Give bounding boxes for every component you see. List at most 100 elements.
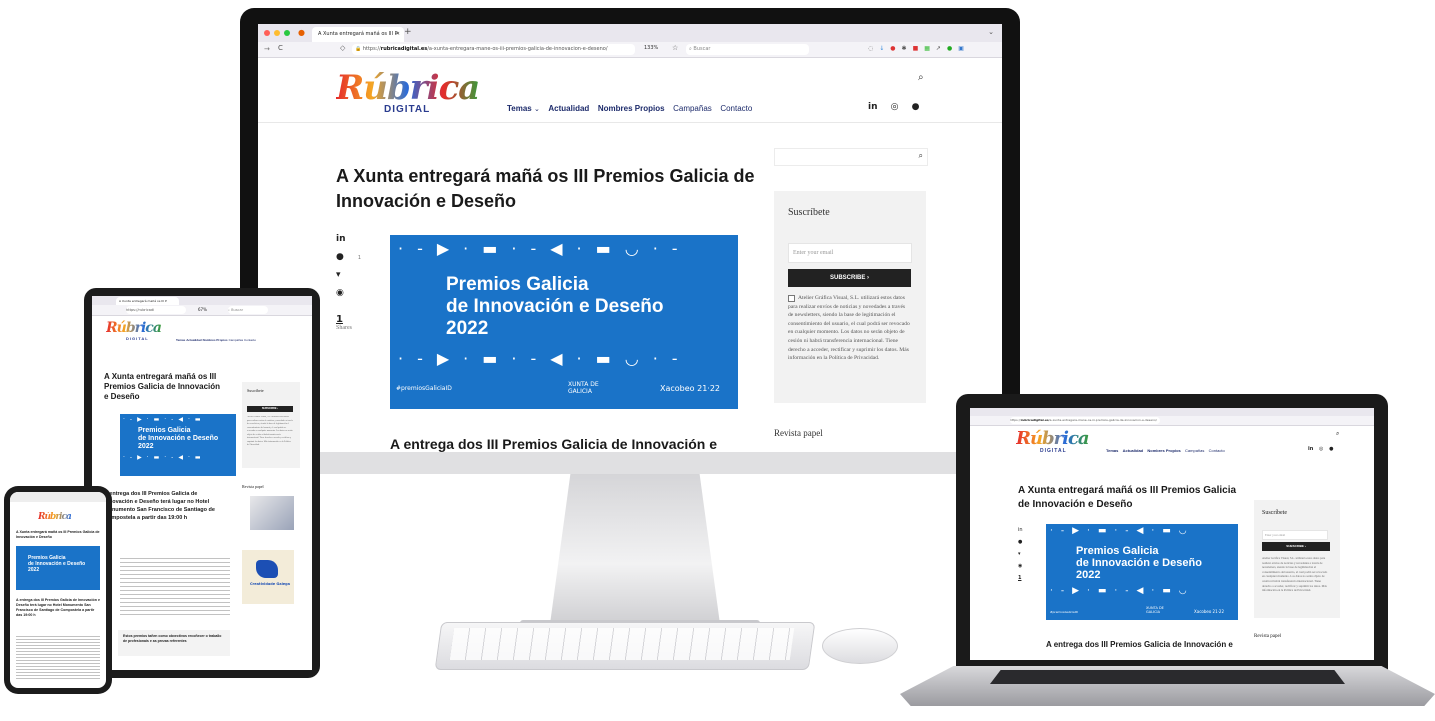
reload-icon[interactable]: C	[278, 44, 283, 52]
share-count: 1	[336, 314, 343, 325]
article-subheading: A entrega dos III Premios Galicia de Inn…	[390, 436, 718, 452]
laptop-banner: ·-▶·▬·-◀·▬◡ Premios Galicia de Innovació…	[1046, 524, 1238, 620]
tablet-creatividade-ad: Creatividade Galega	[242, 550, 294, 604]
banner-line3: 2022	[446, 318, 489, 339]
tablet-subscribe-box: Suscríbete SUBSCRIBE › Atelier Gráfica V…	[242, 382, 300, 468]
revista-heading: Revista papel	[774, 428, 823, 438]
tablet-banner: Premios Galicia de Innovación e Deseño 2…	[120, 414, 236, 476]
instagram-icon[interactable]: ◎	[891, 102, 899, 112]
email-input[interactable]: Enter your email	[788, 243, 912, 263]
phone-subheading: A entrega dos III Premios Galicia de Inn…	[16, 598, 100, 617]
laptop-screen: https://rubricadigital.es/a-xunta-entreg…	[970, 408, 1374, 660]
nav-contacto[interactable]: Contacto	[720, 104, 752, 113]
ext-green-icon[interactable]: ▦	[924, 45, 936, 52]
share-label: Shares	[336, 325, 352, 331]
laptop-logo[interactable]: Rúbrica DIGITAL	[1016, 428, 1096, 458]
ext-circle-icon[interactable]: ●	[947, 45, 958, 52]
linkedin-icon[interactable]: in	[868, 102, 878, 112]
logo-sub: DIGITAL	[384, 104, 431, 115]
laptop-article-title: A Xunta entregará mañá os III Premios Ga…	[1018, 485, 1237, 510]
banner-line1: Premios Galicia	[446, 274, 589, 295]
lock-icon: 🔒	[355, 46, 362, 52]
window-minimize-dot[interactable]	[274, 30, 280, 36]
phone: Rúbrica A Xunta entregará mañá os III Pr…	[4, 486, 112, 694]
tablet-revista: Revista papel	[242, 484, 264, 489]
nav-actualidad[interactable]: Actualidad	[548, 104, 589, 113]
twitter-share-icon[interactable]: ▾	[336, 270, 366, 280]
adblock-icon[interactable]: ●	[890, 45, 901, 52]
laptop-social: in ◎ ●	[1308, 446, 1334, 452]
window-zoom-dot[interactable]	[284, 30, 290, 36]
sidebar-search-input[interactable]: ⌕	[774, 148, 928, 166]
tablet-screen: A Xunta entregará mañá os III P https://…	[92, 296, 312, 670]
banner-pattern-top: ·-▶·▬·-◀·▬◡·-	[398, 239, 692, 258]
laptop-url-bar: https://rubricadigital.es/a-xunta-entreg…	[970, 416, 1374, 426]
url-bar: → C ◇ 🔒 https://rubricadigital.es/a-xunt…	[258, 42, 1002, 58]
tablet-search-field[interactable]: ⌕ Buscar	[228, 306, 268, 314]
tab-close-icon[interactable]: ✕	[396, 27, 400, 42]
tab-title: A Xunta entregará mañá os III P	[318, 31, 398, 37]
main-nav: Temas ⌄ Actualidad Nombres Propios Campa…	[507, 104, 752, 113]
pin-icon[interactable]: ✱	[902, 45, 913, 52]
laptop-keyboard-area	[990, 670, 1345, 684]
creatividade-logo-icon	[256, 560, 278, 578]
banner-xacobeo: Xacobeo 21·22	[660, 384, 721, 393]
chevron-down-icon[interactable]: ⌄	[988, 28, 994, 36]
linkedin-share-icon[interactable]: in	[336, 234, 366, 244]
zoom-level[interactable]: 133%	[644, 45, 658, 51]
nav-nombres-propios[interactable]: Nombres Propios	[598, 104, 665, 113]
article-banner: ·-▶·▬·-◀·▬◡·- Premios Galicia de Innovac…	[390, 235, 738, 409]
tablet-magazine-thumb	[250, 496, 294, 530]
address-field[interactable]: 🔒 https://rubricadigital.es/a-xunta-entr…	[352, 44, 635, 55]
pinterest-share-icon[interactable]: ◉	[336, 288, 366, 298]
tablet-body-lines	[120, 558, 230, 618]
laptop-tab-bar	[970, 408, 1374, 416]
ext-red-icon[interactable]: ■	[913, 45, 925, 52]
keyboard-keys	[449, 628, 795, 660]
tablet-logo[interactable]: Rúbrica DIGITAL	[106, 320, 176, 344]
site-logo[interactable]: Rúbrica DIGITAL	[336, 68, 506, 118]
laptop-address-field[interactable]: https://rubricadigital.es/a-xunta-entreg…	[1010, 417, 1160, 424]
tablet-url-bar: https://rubricadi 67% ⌕ Buscar	[92, 305, 312, 316]
banner-pattern-bottom: ·-▶·▬·-◀·▬◡·-	[398, 349, 692, 368]
search-icon: ⌕	[689, 46, 692, 52]
laptop-share-bar: in ● ▾ ◉ 1	[1018, 527, 1023, 581]
subscribe-button[interactable]: SUBSCRIBE ›	[788, 269, 911, 287]
monitor-screen: ● A Xunta entregará mañá os III P ✕ + ⌄ …	[258, 24, 1002, 452]
tablet-tab[interactable]: A Xunta entregará mañá os III P	[116, 297, 179, 305]
laptop-revista: Revista papel	[1254, 634, 1282, 639]
subscribe-box: Suscríbete Enter your email SUBSCRIBE › …	[774, 191, 926, 403]
facebook-share-icon[interactable]: ● 1	[336, 252, 366, 262]
bookmark-star-icon[interactable]: ☆	[672, 44, 678, 52]
eyedropper-icon[interactable]: ↗	[936, 45, 947, 52]
tablet-article-title: A Xunta entregará mañá os III Premios Ga…	[104, 372, 221, 401]
tablet-zoom[interactable]: 67%	[198, 307, 207, 312]
nav-campanas[interactable]: Campañas	[673, 104, 712, 113]
facebook-icon[interactable]: ●	[912, 102, 920, 112]
header-divider	[258, 122, 1002, 123]
header-search-icon[interactable]: ⌕	[918, 72, 924, 83]
back-icon[interactable]: →	[264, 45, 270, 53]
laptop: https://rubricadigital.es/a-xunta-entreg…	[900, 394, 1435, 714]
laptop-search-icon[interactable]: ⌕	[1336, 430, 1339, 438]
banner-hashtag: #premiosGaliciaID	[396, 385, 452, 392]
mouse[interactable]	[822, 628, 898, 664]
nav-temas[interactable]: Temas	[507, 104, 532, 113]
laptop-subheading: A entrega dos III Premios Galicia de Inn…	[1046, 640, 1233, 649]
phone-logo[interactable]: Rúbrica	[38, 504, 72, 523]
tab-article[interactable]: A Xunta entregará mañá os III P ✕	[312, 27, 404, 42]
download-icon[interactable]: ↓	[879, 45, 890, 52]
tablet-subheading: A entrega dos III Premios Galicia de Inn…	[104, 491, 215, 521]
shield-icon: ◇	[340, 44, 346, 52]
phone-screen: Rúbrica A Xunta entregará mañá os III Pr…	[10, 492, 106, 688]
new-tab-icon[interactable]: +	[404, 27, 412, 37]
ext-blue-icon[interactable]: ▣	[958, 45, 970, 52]
monitor-stand-neck	[550, 474, 720, 624]
phone-body-lines	[16, 636, 100, 680]
banner-xunta: XUNTA DE GALICIA	[568, 381, 599, 395]
window-close-dot[interactable]	[264, 30, 270, 36]
pocket-icon[interactable]: ◌	[868, 45, 879, 52]
browser-search-field[interactable]: ⌕ Buscar	[686, 44, 809, 55]
laptop-subscribe-box: Suscríbete Enter your email SUBSCRIBE › …	[1254, 500, 1340, 618]
tablet-address-field[interactable]: https://rubricadi	[126, 306, 186, 314]
